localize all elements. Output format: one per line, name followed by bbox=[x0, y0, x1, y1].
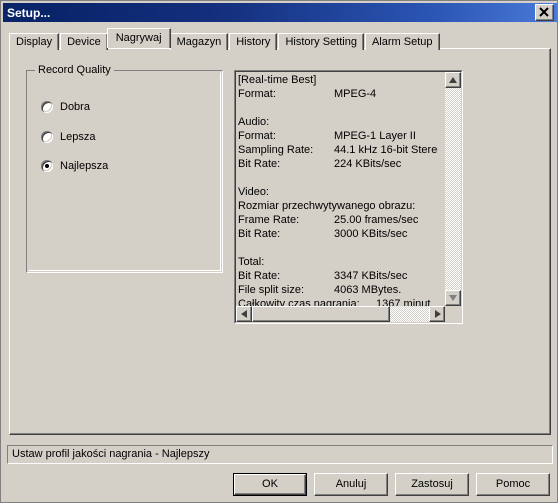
tab-display[interactable]: Display bbox=[9, 33, 60, 50]
radio-option-najlepsza[interactable]: Najlepsza bbox=[41, 160, 108, 172]
info-line: Format: MPEG-4 bbox=[238, 87, 438, 101]
info-line-value: 3000 KBits/sec bbox=[334, 228, 408, 240]
setup-dialog: Setup... Display Device Nagrywaj Magazyn… bbox=[0, 0, 558, 503]
info-line: Video: bbox=[238, 185, 438, 199]
info-line: Total: bbox=[238, 255, 438, 269]
radio-option-lepsza[interactable]: Lepsza bbox=[41, 131, 95, 143]
info-line: Bit Rate: 3347 KBits/sec bbox=[238, 269, 438, 283]
record-quality-title: Record Quality bbox=[35, 64, 114, 76]
radio-label-lepsza: Lepsza bbox=[60, 131, 96, 143]
status-bar-text: Ustaw profil jakości nagrania - Najlepsz… bbox=[12, 448, 210, 460]
info-line: Bit Rate: 3000 KBits/sec bbox=[238, 227, 438, 241]
ok-button-face: OK bbox=[234, 474, 306, 495]
info-line-value: 3347 KBits/sec bbox=[334, 270, 408, 282]
tab-alarm-setup[interactable]: Alarm Setup bbox=[364, 33, 440, 50]
info-text-content: [Real-time Best] Format: MPEG-4 Audio: Forma… bbox=[238, 73, 438, 311]
radio-icon-najlepsza bbox=[41, 160, 53, 172]
info-line bbox=[238, 101, 438, 115]
info-line-value: 224 KBits/sec bbox=[334, 158, 402, 170]
info-line-label: Rozmiar przechwytywanego obrazu: bbox=[238, 200, 416, 212]
radio-label-najlepsza: Najlepsza bbox=[60, 160, 109, 172]
info-line bbox=[238, 171, 438, 185]
apply-button[interactable]: Zastosuj bbox=[395, 473, 469, 496]
info-line: Audio: bbox=[238, 115, 438, 129]
scrollbar-corner bbox=[445, 306, 461, 322]
ok-button[interactable]: OK bbox=[233, 473, 307, 496]
info-line-label: Frame Rate: bbox=[238, 214, 300, 226]
info-line-label bbox=[238, 171, 334, 185]
info-line-value: 4063 MBytes. bbox=[334, 284, 402, 296]
status-bar: Ustaw profil jakości nagrania - Najlepsz… bbox=[7, 445, 553, 464]
scroll-left-button[interactable] bbox=[236, 306, 252, 322]
close-button[interactable] bbox=[535, 4, 554, 21]
info-line bbox=[238, 241, 438, 255]
info-line-label: Bit Rate: bbox=[238, 158, 281, 170]
info-line: Format: MPEG-1 Layer II bbox=[238, 129, 438, 143]
info-line-value: MPEG-4 bbox=[334, 88, 377, 100]
radio-icon-lepsza bbox=[41, 131, 53, 143]
radio-label-dobra: Dobra bbox=[60, 101, 90, 113]
info-line: Bit Rate: 224 KBits/sec bbox=[238, 157, 438, 171]
info-line-label bbox=[238, 101, 334, 115]
info-line: Frame Rate: 25.00 frames/sec bbox=[238, 213, 438, 227]
info-line: Sampling Rate: 44.1 kHz 16-bit Stereo bbox=[238, 143, 438, 157]
tab-history[interactable]: History bbox=[229, 33, 278, 50]
tab-history-setting[interactable]: History Setting bbox=[278, 33, 364, 50]
info-line-label: Video: bbox=[238, 186, 269, 198]
radio-icon-dobra bbox=[41, 101, 53, 113]
info-line-value: MPEG-1 Layer II bbox=[334, 130, 416, 142]
info-line-label: Sampling Rate: bbox=[238, 144, 314, 156]
horizontal-scrollbar-thumb[interactable] bbox=[252, 306, 390, 322]
info-line-label: Bit Rate: bbox=[238, 270, 281, 282]
info-line-label: Audio: bbox=[238, 116, 270, 128]
info-line-label: Bit Rate: bbox=[238, 228, 281, 240]
tab-page-nagrywaj: Record Quality Dobra Lepsza Najlepsza [R… bbox=[9, 48, 551, 435]
info-line-label: [Real-time Best] bbox=[238, 74, 317, 86]
scroll-down-button[interactable] bbox=[445, 290, 461, 306]
record-quality-group: Record Quality Dobra Lepsza Najlepsza bbox=[26, 64, 223, 273]
info-line-value: 25.00 frames/sec bbox=[334, 214, 419, 226]
window-title: Setup... bbox=[7, 5, 51, 20]
cancel-button[interactable]: Anuluj bbox=[314, 473, 388, 496]
info-line-label: Total: bbox=[238, 256, 265, 268]
radio-option-dobra[interactable]: Dobra bbox=[41, 101, 90, 113]
info-line-label: File split size: bbox=[238, 284, 305, 296]
title-bar: Setup... bbox=[3, 3, 557, 22]
info-line-label bbox=[238, 241, 334, 255]
tab-nagrywaj[interactable]: Nagrywaj bbox=[106, 28, 171, 48]
info-line-label: Format: bbox=[238, 88, 276, 100]
tab-strip: Display Device Nagrywaj Magazyn History … bbox=[9, 28, 551, 50]
info-line: File split size: 4063 MBytes. bbox=[238, 283, 438, 297]
vertical-scrollbar-track[interactable] bbox=[445, 72, 461, 306]
info-line: [Real-time Best] bbox=[238, 73, 438, 87]
help-button[interactable]: Pomoc bbox=[476, 473, 550, 496]
info-line-label: Format: bbox=[238, 130, 276, 142]
tab-magazyn[interactable]: Magazyn bbox=[169, 33, 229, 50]
info-line: Rozmiar przechwytywanego obrazu: bbox=[238, 199, 438, 213]
scroll-up-button[interactable] bbox=[445, 72, 461, 88]
scroll-right-button[interactable] bbox=[429, 306, 445, 322]
info-line-value: 44.1 kHz 16-bit Stereo bbox=[334, 144, 438, 156]
tab-device[interactable]: Device bbox=[60, 33, 108, 50]
quality-info-panel: [Real-time Best] Format: MPEG-4 Audio: Forma… bbox=[234, 70, 463, 324]
